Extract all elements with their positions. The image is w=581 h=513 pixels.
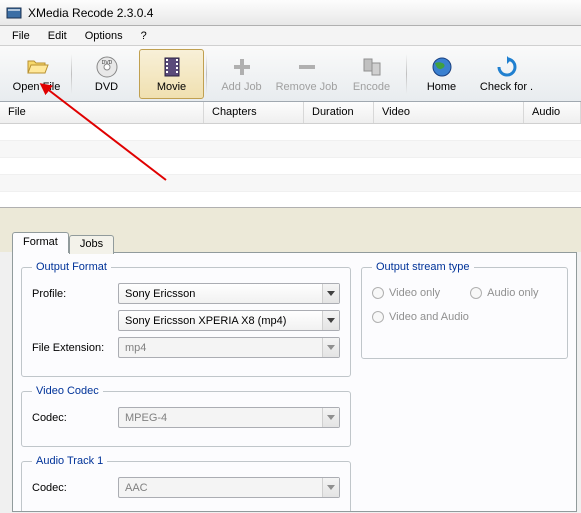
movie-label: Movie [157,81,186,93]
chevron-down-icon [322,284,339,303]
add-job-button[interactable]: Add Job [209,49,274,99]
remove-job-button[interactable]: Remove Job [274,49,339,99]
audio-track-group: Audio Track 1 Codec: AAC [21,455,351,512]
col-video[interactable]: Video [374,102,524,123]
globe-icon [430,55,454,79]
chevron-down-icon [322,338,339,357]
window-title: XMedia Recode 2.3.0.4 [28,6,153,20]
output-format-group: Output Format Profile: Sony Ericsson Son… [21,261,351,377]
video-codec-value: MPEG-4 [125,412,167,424]
list-header: File Chapters Duration Video Audio [0,102,581,124]
check-updates-button[interactable]: Check for . [474,49,539,99]
encode-label: Encode [353,81,390,93]
file-list[interactable]: File Chapters Duration Video Audio [0,102,581,208]
audio-track-legend: Audio Track 1 [32,455,107,467]
spacer [0,208,581,230]
audio-codec-label: Codec: [32,482,112,494]
menu-edit[interactable]: Edit [40,28,75,44]
video-and-audio-label: Video and Audio [389,311,469,323]
home-label: Home [427,81,456,93]
col-duration[interactable]: Duration [304,102,374,123]
col-audio[interactable]: Audio [524,102,581,123]
radio-video-and-audio[interactable]: Video and Audio [372,311,557,323]
video-codec-legend: Video Codec [32,385,103,397]
video-codec-combo[interactable]: MPEG-4 [118,407,340,428]
film-icon [160,55,184,79]
svg-text:DVD: DVD [101,60,112,66]
tab-content: Output Format Profile: Sony Ericsson Son… [12,252,577,512]
folder-open-icon [25,55,49,79]
encode-icon [360,55,384,79]
separator [206,54,207,94]
home-button[interactable]: Home [409,49,474,99]
audio-only-label: Audio only [487,287,538,299]
tab-jobs[interactable]: Jobs [69,235,114,254]
dvd-label: DVD [95,81,118,93]
ext-combo[interactable]: mp4 [118,337,340,358]
radio-audio-only[interactable]: Audio only [470,287,538,299]
separator [71,54,72,94]
audio-codec-combo[interactable]: AAC [118,477,340,498]
video-only-label: Video only [389,287,440,299]
list-row [0,192,581,209]
video-codec-label: Codec: [32,412,112,424]
chevron-down-icon [322,408,339,427]
profile-label: Profile: [32,288,112,300]
refresh-icon [495,55,519,79]
remove-job-label: Remove Job [276,81,338,93]
col-file[interactable]: File [0,102,204,123]
dvd-button[interactable]: DVD DVD [74,49,139,99]
radio-icon [372,287,384,299]
device-value: Sony Ericsson XPERIA X8 (mp4) [125,315,286,327]
toolbar: Open File DVD DVD Movie Add Job Remove J… [0,46,581,102]
device-combo[interactable]: Sony Ericsson XPERIA X8 (mp4) [118,310,340,331]
menu-options[interactable]: Options [77,28,131,44]
stream-type-legend: Output stream type [372,261,474,273]
radio-video-only[interactable]: Video only [372,287,440,299]
tabstrip: Format Jobs [0,230,581,252]
video-codec-group: Video Codec Codec: MPEG-4 [21,385,351,447]
profile-value: Sony Ericsson [125,288,195,300]
plus-icon [230,55,254,79]
movie-button[interactable]: Movie [139,49,204,99]
output-format-legend: Output Format [32,261,111,273]
titlebar: XMedia Recode 2.3.0.4 [0,0,581,26]
radio-icon [372,311,384,323]
profile-combo[interactable]: Sony Ericsson [118,283,340,304]
menu-help[interactable]: ? [133,28,155,44]
ext-value: mp4 [125,342,146,354]
open-file-label: Open File [13,81,61,93]
radio-icon [470,287,482,299]
menu-file[interactable]: File [4,28,38,44]
app-icon [6,5,22,21]
add-job-label: Add Job [221,81,261,93]
list-rows [0,124,581,209]
col-chapters[interactable]: Chapters [204,102,304,123]
list-row [0,158,581,175]
menubar: File Edit Options ? [0,26,581,46]
chevron-down-icon [322,311,339,330]
minus-icon [295,55,319,79]
tab-format[interactable]: Format [12,232,69,253]
list-row [0,124,581,141]
check-label: Check for . [480,81,533,93]
dvd-icon: DVD [95,55,119,79]
chevron-down-icon [322,478,339,497]
audio-codec-value: AAC [125,482,148,494]
encode-button[interactable]: Encode [339,49,404,99]
list-row [0,175,581,192]
stream-type-group: Output stream type Video only Audio only… [361,261,568,359]
ext-label: File Extension: [32,342,112,354]
open-file-button[interactable]: Open File [4,49,69,99]
list-row [0,141,581,158]
separator [406,54,407,94]
